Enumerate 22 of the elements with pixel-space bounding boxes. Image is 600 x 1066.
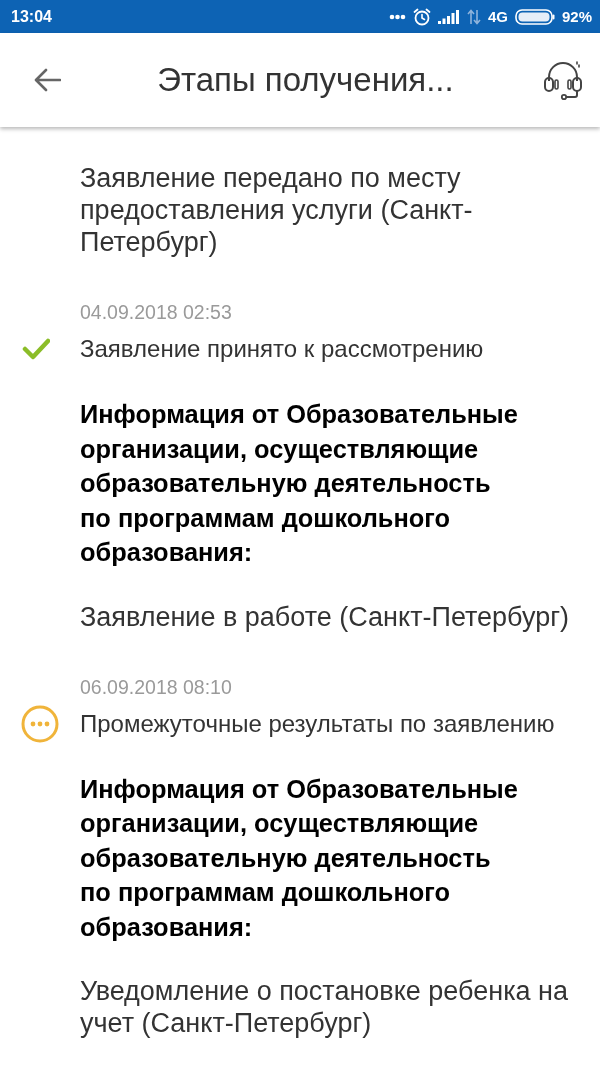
headset-icon (542, 59, 584, 101)
stage-message: Заявление в работе (Санкт-Петербург) (80, 600, 571, 633)
dots-icon (388, 13, 406, 20)
data-arrows-icon (466, 8, 481, 25)
alarm-clock-icon (412, 7, 431, 26)
source-heading: Информация от Образовательные организации, осуществляющие образовательную деятельность по программам дошкольного образования: (80, 399, 519, 568)
check-icon (22, 338, 50, 360)
status-time: 13:04 (11, 7, 52, 26)
signal-icon (437, 9, 460, 24)
screen-title: Этапы получения... (156, 61, 455, 99)
battery-icon (514, 8, 555, 25)
stage-message: Заявление передано по месту предоставления услуги (Санкт-Петербург) (80, 162, 474, 258)
back-arrow-icon (34, 68, 61, 92)
network-type: 4G (487, 8, 508, 25)
dots-circle-icon (21, 704, 59, 743)
source-heading: Информация от Образовательные организации, осуществляющие образовательную деятельность по программам дошкольного образования: (80, 773, 519, 943)
stage-date: 06.09.2018 08:10 (80, 674, 233, 699)
battery-percent: 92% (561, 8, 592, 25)
stage-title: Промежуточные результаты по заявлению (80, 709, 555, 738)
stage-date: 04.09.2018 02:53 (80, 300, 233, 324)
stage-message: Уведомление о постановке ребенка на учет (Санкт-Петербург) (80, 975, 570, 1039)
stage-title: Заявление принято к рассмотрению (80, 335, 484, 363)
